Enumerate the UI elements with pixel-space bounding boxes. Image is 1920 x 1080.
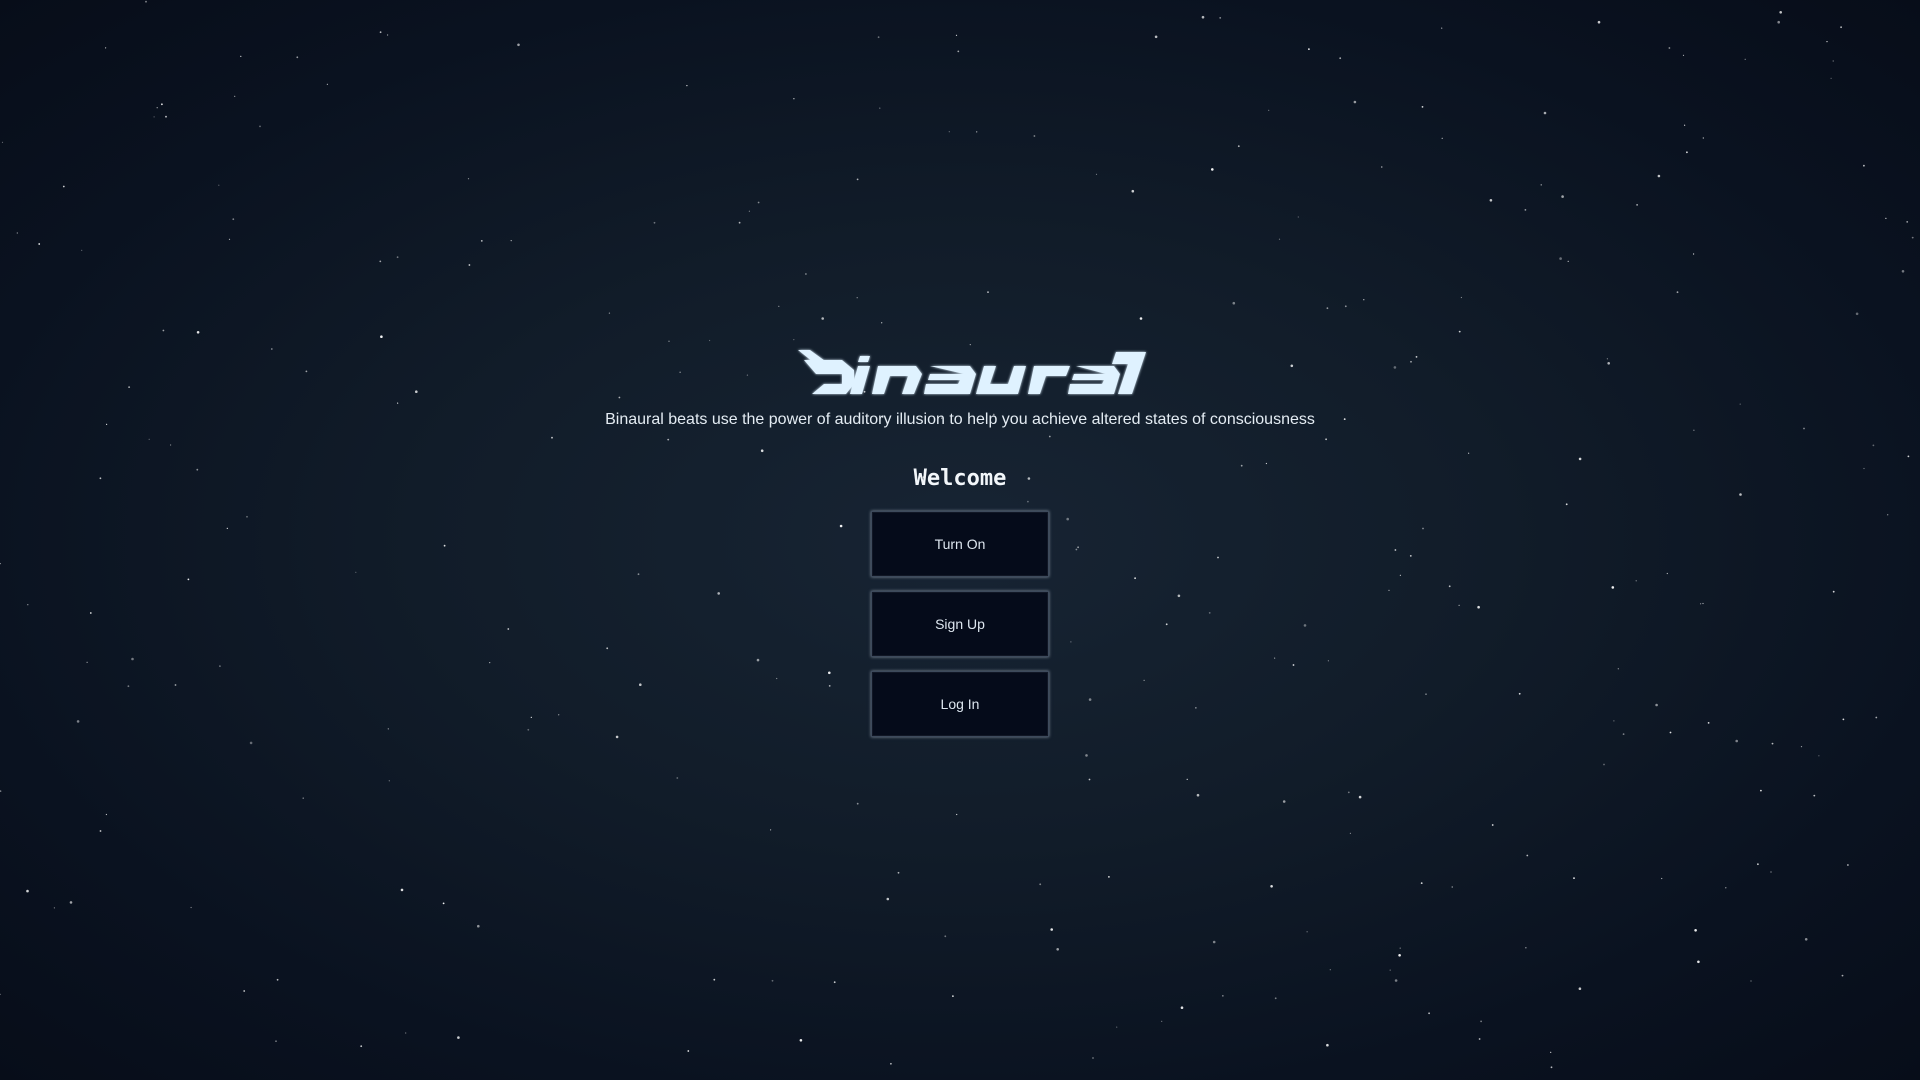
welcome-heading: Welcome: [913, 466, 1007, 491]
log-in-button[interactable]: Log In: [871, 671, 1049, 737]
turn-on-button[interactable]: Turn On: [871, 511, 1049, 577]
sign-up-button[interactable]: Sign Up: [871, 591, 1049, 657]
logo-image: [798, 350, 1146, 394]
binaural-logo: [798, 350, 1146, 394]
landing-screen: Binaural beats use the power of auditory…: [0, 0, 1920, 1080]
tagline-text: Binaural beats use the power of auditory…: [605, 411, 1315, 428]
